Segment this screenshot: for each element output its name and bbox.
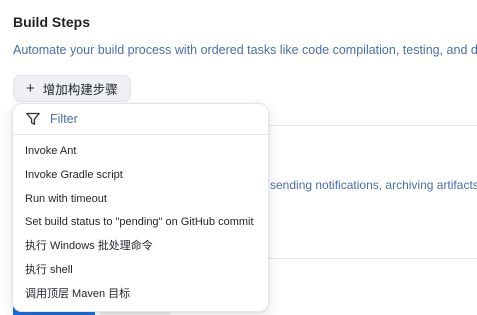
section-title: Build Steps [13,14,91,30]
menu-item-invoke-ant[interactable]: Invoke Ant [13,140,268,164]
section-divider [268,258,477,259]
menu-item-run-with-timeout[interactable]: Run with timeout [13,188,268,212]
add-build-step-dropdown: Invoke Ant Invoke Gradle script Run with… [12,103,269,312]
menu-item-windows-batch[interactable]: 执行 Windows 批处理命令 [13,235,268,259]
add-build-step-button[interactable]: + 增加构建步骤 [13,75,131,102]
filter-icon [26,112,40,125]
menu-item-maven[interactable]: 调用顶层 Maven 目标 [13,283,268,307]
add-build-step-label: 增加构建步骤 [42,83,118,97]
section-description: Automate your build process with ordered… [13,43,477,57]
plus-icon: + [26,80,35,97]
menu-item-github-pending-status[interactable]: Set build status to "pending" on GitHub … [13,211,268,235]
page: Build Steps Automate your build process … [0,0,477,315]
filter-input[interactable] [50,112,240,126]
filter-row [13,104,268,135]
menu-item-shell[interactable]: 执行 shell [13,259,268,283]
build-step-list: Invoke Ant Invoke Gradle script Run with… [13,135,268,307]
section-divider [268,125,477,126]
post-build-description: sending notifications, archiving artifac… [270,178,477,192]
menu-item-invoke-gradle[interactable]: Invoke Gradle script [13,164,268,188]
